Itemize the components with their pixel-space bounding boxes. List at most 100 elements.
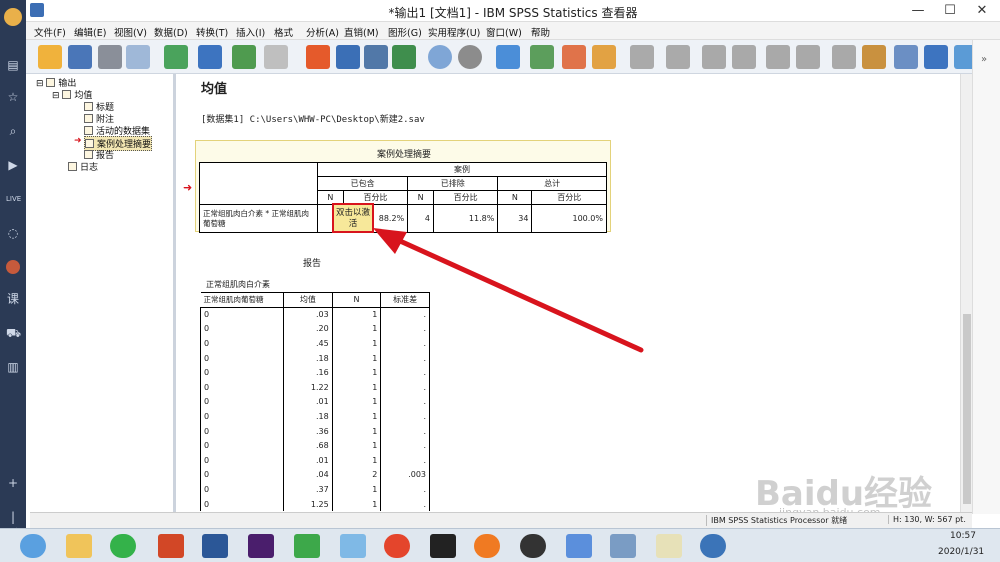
insert-title-icon[interactable]: [924, 45, 948, 69]
status-bar: IBM SPSS Statistics Processor 就绪 H: 130,…: [30, 512, 972, 528]
file-explorer-icon[interactable]: [66, 534, 92, 558]
tabs-icon[interactable]: ▤: [6, 58, 20, 72]
use-sets-icon[interactable]: [562, 45, 586, 69]
print-icon[interactable]: [98, 45, 122, 69]
summary-group: 总计: [497, 176, 607, 191]
report-col-header: 均值: [283, 292, 333, 308]
report-cell: 1: [331, 496, 381, 512]
close-button[interactable]: ✕: [966, 0, 998, 22]
menu-item[interactable]: 图形(G): [388, 25, 422, 39]
cart-icon[interactable]: ⛟: [6, 326, 21, 340]
maximize-button[interactable]: ☐: [934, 0, 966, 22]
show-all-icon[interactable]: [666, 45, 690, 69]
report-cell: .: [380, 496, 430, 512]
wechat-icon[interactable]: [110, 534, 136, 558]
recall-dialog-icon[interactable]: [198, 45, 222, 69]
undo-icon[interactable]: [232, 45, 256, 69]
variables-icon[interactable]: [364, 45, 388, 69]
demote-icon[interactable]: [732, 45, 756, 69]
avatar[interactable]: [4, 8, 22, 26]
premiere-icon[interactable]: [248, 534, 274, 558]
menu-item[interactable]: 分析(A): [306, 25, 339, 39]
report-cell: 1: [331, 409, 381, 424]
chart-builder-icon[interactable]: [392, 45, 416, 69]
lesson-icon[interactable]: 课: [6, 292, 20, 306]
add-icon[interactable]: +: [6, 476, 20, 490]
notes-icon[interactable]: [656, 534, 682, 558]
report-cell: .18: [283, 409, 333, 424]
browser-icon[interactable]: [474, 534, 500, 558]
menu-item[interactable]: 直销(M): [344, 25, 379, 39]
app-icon[interactable]: [566, 534, 592, 558]
menu-item[interactable]: 插入(I): [236, 25, 265, 39]
expand-icon[interactable]: [766, 45, 790, 69]
menu-item[interactable]: 转换(T): [196, 25, 228, 39]
promote-icon[interactable]: [702, 45, 726, 69]
split-file-icon[interactable]: [496, 45, 520, 69]
collapse-icon[interactable]: |<: [6, 510, 20, 538]
report-cell: 2: [331, 467, 381, 483]
report-col-header: 正常组肌肉葡萄糖: [200, 292, 284, 308]
menu-item[interactable]: 编辑(E): [74, 25, 106, 39]
show-icon[interactable]: [832, 45, 856, 69]
star-icon[interactable]: ☆: [6, 90, 20, 104]
report-cell: 1: [331, 453, 381, 468]
value-labels-icon[interactable]: [530, 45, 554, 69]
report-cell: 0: [200, 438, 284, 454]
book-icon[interactable]: ▥: [6, 360, 20, 374]
menu-item[interactable]: 视图(V): [114, 25, 147, 39]
outline-item-log[interactable]: 日志: [68, 160, 98, 173]
table-row: 0.36 1.: [200, 423, 430, 439]
search-icon[interactable]: ⌕: [6, 124, 20, 138]
chat-icon[interactable]: ◌: [6, 226, 20, 240]
weight-cases-icon[interactable]: [458, 45, 482, 69]
menu-item[interactable]: 帮助: [531, 25, 550, 39]
app-icon[interactable]: [340, 534, 366, 558]
annotation-arrow: [373, 228, 644, 353]
spss-task-icon[interactable]: [700, 534, 726, 558]
report-cell: .37: [283, 482, 333, 497]
qq-icon[interactable]: [520, 534, 546, 558]
overflow-chevron-icon[interactable]: »: [981, 54, 987, 65]
menu-item[interactable]: 数据(D): [154, 25, 188, 39]
app-avatar-icon[interactable]: [6, 260, 20, 274]
hide-icon[interactable]: [862, 45, 886, 69]
save-icon[interactable]: [68, 45, 92, 69]
word-icon[interactable]: [202, 534, 228, 558]
video-icon[interactable]: ▶: [6, 158, 20, 172]
report-cell: 0: [200, 365, 284, 381]
menu-item[interactable]: 窗口(W): [486, 25, 522, 39]
select-cases-icon[interactable]: [428, 45, 452, 69]
menu-item[interactable]: 格式: [274, 25, 293, 39]
vertical-scrollbar[interactable]: [960, 74, 972, 514]
right-edge-strip: »: [972, 40, 1000, 514]
chrome-icon[interactable]: [384, 534, 410, 558]
powerpoint-icon[interactable]: [158, 534, 184, 558]
dataset-path: [数据集1] C:\Users\WHW-PC\Desktop\新建2.sav: [201, 115, 425, 125]
table-row: 0.68 1.: [200, 438, 430, 454]
app-icon[interactable]: [610, 534, 636, 558]
menu-item[interactable]: 文件(F): [34, 25, 66, 39]
open-icon[interactable]: [38, 45, 62, 69]
goto-case-icon[interactable]: [336, 45, 360, 69]
report-cell: .: [380, 423, 430, 439]
print-preview-icon[interactable]: [126, 45, 150, 69]
app-icon[interactable]: [294, 534, 320, 558]
start-button[interactable]: [20, 534, 46, 558]
designate-window-icon[interactable]: [630, 45, 654, 69]
redo-icon[interactable]: [264, 45, 288, 69]
table-row: 0.04 2.003: [200, 467, 430, 483]
report-cell: 0: [200, 394, 284, 410]
goto-data-icon[interactable]: [306, 45, 330, 69]
summary-group: 已包含: [316, 176, 409, 191]
minimize-button[interactable]: —: [902, 0, 934, 22]
scripting-icon[interactable]: [592, 45, 616, 69]
scrollbar-thumb[interactable]: [963, 314, 971, 504]
export-icon[interactable]: [164, 45, 188, 69]
video-editor-icon[interactable]: [430, 534, 456, 558]
collapse-icon[interactable]: [796, 45, 820, 69]
insert-heading-icon[interactable]: [894, 45, 918, 69]
menu-item[interactable]: 实用程序(U): [428, 25, 480, 39]
live-icon[interactable]: LIVE: [6, 192, 21, 206]
report-dependent-label: 正常组肌肉白介素: [206, 280, 270, 289]
